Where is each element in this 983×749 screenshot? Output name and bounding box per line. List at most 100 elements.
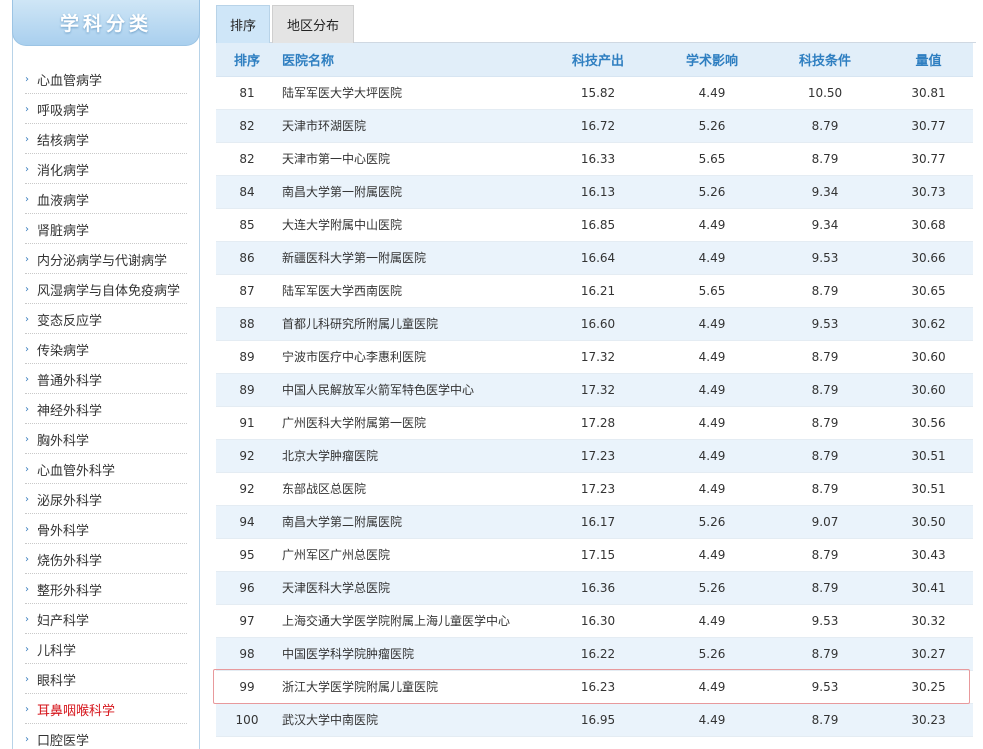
sidebar-item[interactable]: › 普通外科学 (25, 364, 187, 394)
sidebar-item[interactable]: › 结核病学 (25, 124, 187, 154)
cell-academic-impact: 4.49 (658, 472, 766, 506)
table-row[interactable]: 96 天津医科大学总医院 16.36 5.26 8.79 30.41 (216, 571, 973, 605)
sidebar-item[interactable]: › 变态反应学 (25, 304, 187, 334)
sidebar-item[interactable]: › 耳鼻咽喉科学 (25, 694, 187, 724)
cell-hospital-name: 广州军区广州总医院 (278, 538, 538, 572)
cell-score: 30.73 (884, 175, 973, 209)
chevron-right-icon: › (25, 374, 29, 385)
table-row[interactable]: 88 首都儿科研究所附属儿童医院 16.60 4.49 9.53 30.62 (216, 307, 973, 341)
sidebar-item[interactable]: › 神经外科学 (25, 394, 187, 424)
table-row[interactable]: 84 南昌大学第一附属医院 16.13 5.26 9.34 30.73 (216, 175, 973, 209)
header-academic-impact[interactable]: 学术影响 (658, 43, 766, 77)
cell-tech-conditions: 8.79 (766, 637, 884, 671)
chevron-right-icon: › (25, 704, 29, 715)
chevron-right-icon: › (25, 644, 29, 655)
sidebar-item[interactable]: › 呼吸病学 (25, 94, 187, 124)
table-row[interactable]: 85 大连大学附属中山医院 16.85 4.49 9.34 30.68 (216, 208, 973, 242)
cell-rank: 96 (216, 571, 278, 605)
table-row[interactable]: 100 武汉大学中南医院 16.95 4.49 8.79 30.23 (216, 703, 973, 737)
cell-tech-conditions: 9.34 (766, 175, 884, 209)
sidebar-item[interactable]: › 内分泌病学与代谢病学 (25, 244, 187, 274)
cell-rank: 88 (216, 307, 278, 341)
sidebar-item-label: 风湿病学与自体免疫病学 (37, 284, 181, 299)
sidebar-item[interactable]: › 心血管外科学 (25, 454, 187, 484)
sidebar-item[interactable]: › 血液病学 (25, 184, 187, 214)
table-row[interactable]: 91 广州医科大学附属第一医院 17.28 4.49 8.79 30.56 (216, 406, 973, 440)
cell-score: 30.60 (884, 373, 973, 407)
sidebar-item[interactable]: › 眼科学 (25, 664, 187, 694)
cell-tech-output: 17.23 (538, 472, 658, 506)
sidebar-item[interactable]: › 消化病学 (25, 154, 187, 184)
cell-score: 30.25 (884, 670, 973, 704)
chevron-right-icon: › (25, 254, 29, 265)
cell-hospital-name: 陆军军医大学西南医院 (278, 274, 538, 308)
cell-tech-output: 16.13 (538, 175, 658, 209)
cell-academic-impact: 4.49 (658, 670, 766, 704)
sidebar-item-label: 耳鼻咽喉科学 (37, 704, 116, 719)
cell-score: 30.77 (884, 109, 973, 143)
cell-hospital-name: 南昌大学第二附属医院 (278, 505, 538, 539)
cell-tech-conditions: 8.79 (766, 538, 884, 572)
sidebar-item[interactable]: › 整形外科学 (25, 574, 187, 604)
sidebar-item[interactable]: › 肾脏病学 (25, 214, 187, 244)
header-rank[interactable]: 排序 (216, 43, 278, 77)
sidebar-item[interactable]: › 烧伤外科学 (25, 544, 187, 574)
sidebar-item[interactable]: › 泌尿外科学 (25, 484, 187, 514)
tab-rank[interactable]: 排序 (216, 5, 270, 43)
table-row[interactable]: 82 天津市环湖医院 16.72 5.26 8.79 30.77 (216, 109, 973, 143)
chevron-right-icon: › (25, 284, 29, 295)
cell-rank: 94 (216, 505, 278, 539)
table-row[interactable]: 89 宁波市医疗中心李惠利医院 17.32 4.49 8.79 30.60 (216, 340, 973, 374)
table-row[interactable]: 81 陆军军医大学大坪医院 15.82 4.49 10.50 30.81 (216, 76, 973, 110)
sidebar-item-label: 儿科学 (37, 644, 77, 659)
table-row[interactable]: 97 上海交通大学医学院附属上海儿童医学中心 16.30 4.49 9.53 30.32 (216, 604, 973, 638)
cell-tech-output: 16.17 (538, 505, 658, 539)
cell-tech-conditions: 9.53 (766, 604, 884, 638)
header-hospital-name[interactable]: 医院名称 (278, 43, 538, 77)
table-row[interactable]: 98 中国医学科学院肿瘤医院 16.22 5.26 8.79 30.27 (216, 637, 973, 671)
chevron-right-icon: › (25, 614, 29, 625)
sidebar-item[interactable]: › 骨外科学 (25, 514, 187, 544)
cell-score: 30.27 (884, 637, 973, 671)
table-row[interactable]: 99 浙江大学医学院附属儿童医院 16.23 4.49 9.53 30.25 (216, 670, 973, 704)
sidebar-item[interactable]: › 胸外科学 (25, 424, 187, 454)
header-tech-conditions[interactable]: 科技条件 (766, 43, 884, 77)
table-row[interactable]: 82 天津市第一中心医院 16.33 5.65 8.79 30.77 (216, 142, 973, 176)
cell-hospital-name: 首都儿科研究所附属儿童医院 (278, 307, 538, 341)
cell-rank: 100 (216, 703, 278, 737)
sidebar-item-label: 肾脏病学 (37, 224, 90, 239)
cell-tech-output: 16.64 (538, 241, 658, 275)
cell-hospital-name: 宁波市医疗中心李惠利医院 (278, 340, 538, 374)
table-row[interactable]: 95 广州军区广州总医院 17.15 4.49 8.79 30.43 (216, 538, 973, 572)
cell-tech-output: 16.22 (538, 637, 658, 671)
cell-hospital-name: 天津医科大学总医院 (278, 571, 538, 605)
cell-academic-impact: 4.49 (658, 439, 766, 473)
cell-academic-impact: 4.49 (658, 703, 766, 737)
table-row[interactable]: 92 北京大学肿瘤医院 17.23 4.49 8.79 30.51 (216, 439, 973, 473)
table-body: 81 陆军军医大学大坪医院 15.82 4.49 10.50 30.81 82 天津市环湖医院… (216, 76, 973, 737)
cell-academic-impact: 4.49 (658, 538, 766, 572)
sidebar-header: 学科分类 (12, 0, 200, 46)
table-row[interactable]: 87 陆军军医大学西南医院 16.21 5.65 8.79 30.65 (216, 274, 973, 308)
header-tech-output[interactable]: 科技产出 (538, 43, 658, 77)
sidebar-item[interactable]: › 传染病学 (25, 334, 187, 364)
sidebar-item-label: 心血管外科学 (37, 464, 116, 479)
cell-academic-impact: 5.26 (658, 571, 766, 605)
cell-academic-impact: 5.26 (658, 505, 766, 539)
sidebar-item[interactable]: › 儿科学 (25, 634, 187, 664)
sidebar-item[interactable]: › 口腔医学 (25, 724, 187, 749)
cell-academic-impact: 4.49 (658, 76, 766, 110)
sidebar-item[interactable]: › 妇产科学 (25, 604, 187, 634)
chevron-right-icon: › (25, 164, 29, 175)
sidebar-item[interactable]: › 风湿病学与自体免疫病学 (25, 274, 187, 304)
table-row[interactable]: 92 东部战区总医院 17.23 4.49 8.79 30.51 (216, 472, 973, 506)
sidebar-item-label: 心血管病学 (37, 74, 103, 89)
table-row[interactable]: 89 中国人民解放军火箭军特色医学中心 17.32 4.49 8.79 30.60 (216, 373, 973, 407)
sidebar-item[interactable]: › 心血管病学 (25, 64, 187, 94)
table-row[interactable]: 94 南昌大学第二附属医院 16.17 5.26 9.07 30.50 (216, 505, 973, 539)
tab-region[interactable]: 地区分布 (272, 5, 354, 43)
header-score[interactable]: 量值 (884, 43, 973, 77)
cell-rank: 86 (216, 241, 278, 275)
table-row[interactable]: 86 新疆医科大学第一附属医院 16.64 4.49 9.53 30.66 (216, 241, 973, 275)
sidebar-item-label: 整形外科学 (37, 584, 103, 599)
